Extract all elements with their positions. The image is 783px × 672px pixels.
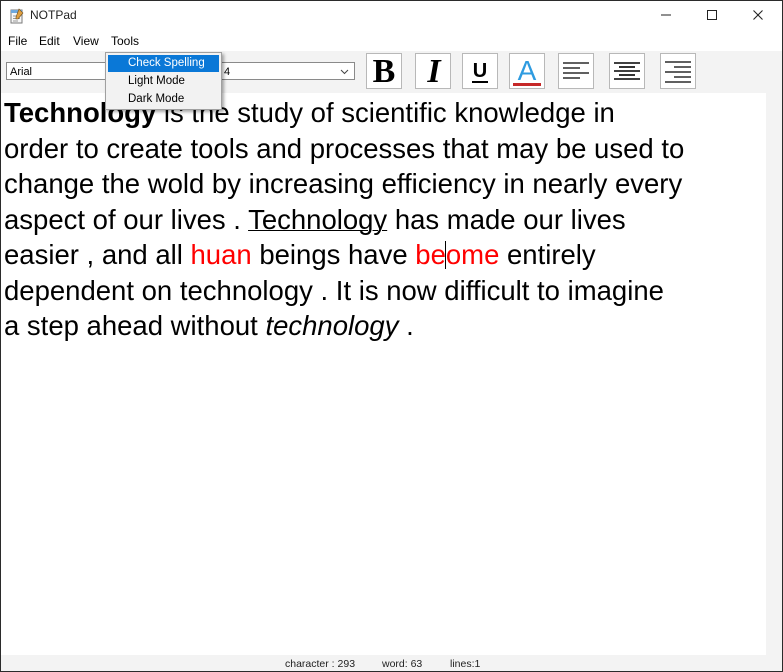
align-right-icon [662, 55, 694, 87]
align-right-button[interactable] [660, 53, 696, 89]
align-center-button[interactable] [609, 53, 645, 89]
text-run: is the study of scientific knowledge in [156, 97, 615, 128]
align-left-icon [560, 55, 592, 87]
menu-check-spelling[interactable]: Check Spelling [108, 55, 219, 72]
misspelled-part: be [415, 239, 446, 270]
text-run: has made our lives [387, 203, 626, 235]
menu-file[interactable]: File [8, 34, 27, 48]
close-button[interactable] [735, 1, 781, 31]
bold-icon: B [368, 55, 400, 87]
misspelled-word[interactable]: huan [191, 239, 252, 270]
svg-text:U: U [473, 60, 487, 82]
menu-light-mode[interactable]: Light Mode [108, 73, 219, 90]
maximize-button[interactable] [689, 1, 735, 31]
word-count: word: 63 [382, 658, 423, 670]
misspelled-part: ome [445, 239, 500, 270]
vertical-scrollbar[interactable] [766, 93, 782, 655]
align-left-button[interactable] [558, 53, 594, 89]
font-size-select[interactable]: 4 [219, 62, 355, 80]
chevron-down-icon [340, 63, 349, 87]
text-line: aspect of our lives . Technology has mad… [4, 202, 766, 238]
text-run: . [398, 310, 414, 341]
text-run: entirely [499, 239, 596, 270]
underline-button[interactable]: U [462, 53, 498, 89]
maximize-icon [706, 8, 718, 25]
window-title: NOTPad [30, 8, 77, 22]
minimize-button[interactable] [643, 1, 689, 31]
font-size-value: 4 [224, 66, 231, 78]
character-count: character : 293 [285, 658, 356, 670]
italic-icon: I [417, 55, 449, 87]
font-color-icon: A [511, 55, 543, 87]
status-bar: character : 293 word: 63 lines:1 [1, 655, 782, 671]
menu-view[interactable]: View [73, 34, 99, 48]
menu-dark-mode[interactable]: Dark Mode [108, 91, 219, 108]
text-run: beings have [251, 239, 416, 270]
close-icon [752, 8, 764, 25]
underline-icon: U [464, 55, 496, 87]
bold-button[interactable]: B [366, 53, 402, 89]
menu-tools[interactable]: Tools [111, 34, 140, 48]
title-bar: NOTPad [1, 1, 782, 31]
font-color-button[interactable]: A [509, 53, 545, 89]
notepad-app-icon [10, 8, 24, 24]
text-run: a step ahead without [4, 310, 266, 341]
line-count: lines:1 [450, 658, 481, 670]
text-line: easier , and all huan beings have beome … [4, 237, 766, 273]
text-line: order to create tools and processes that… [4, 132, 685, 164]
menu-edit[interactable]: Edit [39, 34, 60, 48]
font-family-select[interactable]: Arial [6, 62, 111, 80]
menu-bar: File Edit View Tools [1, 31, 782, 51]
tools-dropdown-menu: Check Spelling Light Mode Dark Mode [105, 52, 222, 110]
text-run: easier , and all [4, 239, 191, 270]
text-run: aspect of our lives . [4, 203, 249, 235]
text-line: a step ahead without technology . [4, 308, 766, 344]
text-line: change the wold by increasing efficiency… [4, 168, 683, 199]
italic-button[interactable]: I [415, 53, 451, 89]
svg-text:I: I [426, 55, 442, 87]
misspelled-word[interactable]: beome [415, 239, 499, 270]
notepad-window: NOTPad File Edit View Tools Arial 4 B I … [0, 0, 783, 672]
text-line: dependent on technology . It is now diff… [4, 274, 664, 306]
text-editor[interactable]: Technology is the study of scientific kn… [1, 93, 766, 655]
align-center-icon [611, 55, 643, 87]
minimize-icon [660, 8, 672, 25]
svg-text:A: A [518, 55, 537, 86]
document-text[interactable]: Technology is the study of scientific kn… [4, 95, 766, 344]
italic-text: technology [265, 310, 399, 341]
svg-text:B: B [373, 55, 396, 87]
underlined-text: Technology [248, 203, 388, 235]
